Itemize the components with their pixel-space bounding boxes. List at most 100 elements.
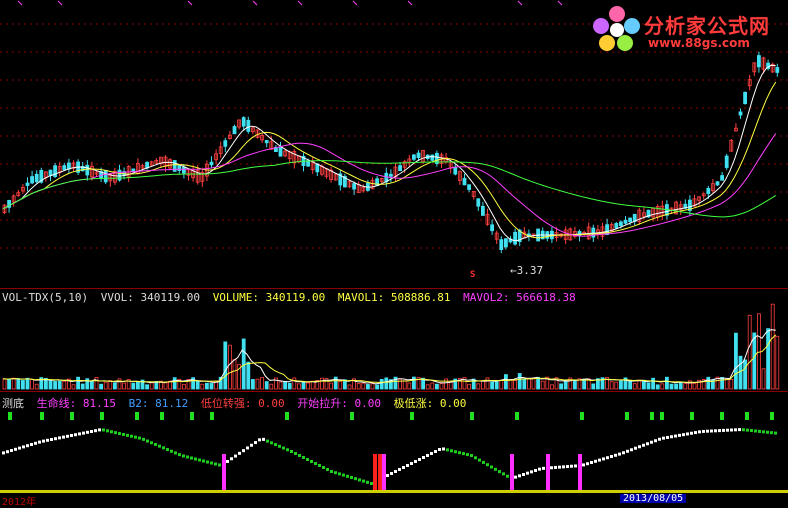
volume-bar bbox=[122, 382, 126, 390]
volume-bar bbox=[306, 382, 311, 390]
volume-bar bbox=[674, 383, 678, 390]
indicator-pane[interactable]: 测底 生命线: 81.15 B2: 81.12 低位转强: 0.00 开始拉升:… bbox=[0, 392, 788, 503]
life-line-dot bbox=[54, 437, 57, 441]
life-line-dot bbox=[138, 436, 141, 440]
volume-bar bbox=[628, 380, 632, 390]
signal-spike bbox=[373, 454, 377, 491]
price-chart-pane[interactable]: ←3.37 S 分析家公式网 www.88gs.com bbox=[0, 0, 788, 288]
volume-bar bbox=[573, 379, 577, 390]
life-line-dot bbox=[430, 452, 433, 455]
volume-bar bbox=[347, 384, 352, 390]
volume-bar bbox=[480, 380, 485, 390]
life-line-dot bbox=[738, 428, 741, 432]
life-line-dot bbox=[150, 441, 153, 445]
life-line-dot bbox=[410, 462, 413, 465]
life-line-dot bbox=[294, 452, 297, 455]
life-line-dot bbox=[86, 430, 89, 434]
volume-bar bbox=[559, 383, 563, 390]
volume-bar bbox=[522, 378, 527, 390]
volume-bar bbox=[204, 382, 209, 390]
life-line-dot bbox=[654, 439, 657, 443]
mavol-yellow-line bbox=[2, 334, 777, 384]
candle-body bbox=[453, 166, 458, 175]
life-line-dot bbox=[286, 448, 289, 452]
volume-bar bbox=[550, 384, 554, 390]
life-line-dot bbox=[82, 431, 85, 435]
top-marker bbox=[557, 0, 563, 6]
life-line-dot bbox=[114, 431, 117, 435]
life-line-dot bbox=[506, 474, 509, 478]
life-line-dot bbox=[722, 428, 725, 432]
life-line-dot bbox=[498, 470, 501, 474]
signal-tick bbox=[515, 412, 519, 420]
volume-bar bbox=[227, 344, 232, 390]
life-line-dot bbox=[714, 429, 717, 433]
volume-bar bbox=[766, 328, 770, 390]
life-line-dot bbox=[530, 470, 533, 474]
axis-year-label: 2012年 bbox=[2, 497, 37, 508]
volume-bar bbox=[655, 384, 660, 390]
volume-bar bbox=[149, 382, 154, 390]
volume-bar bbox=[434, 383, 439, 390]
signal-tick bbox=[70, 412, 74, 420]
volume-bar bbox=[540, 380, 545, 390]
life-line-dot bbox=[254, 441, 257, 445]
life-line-dot bbox=[6, 450, 9, 454]
life-line-dot bbox=[478, 458, 481, 462]
life-line-dot bbox=[698, 430, 701, 434]
candle-body bbox=[715, 181, 720, 186]
volume-bar bbox=[499, 379, 504, 390]
volume-bar bbox=[527, 378, 531, 390]
life-line-dot bbox=[134, 435, 137, 439]
candle-body bbox=[499, 239, 504, 251]
volume-bar bbox=[536, 376, 540, 390]
candle-body bbox=[232, 126, 237, 135]
volume-bar bbox=[720, 377, 724, 390]
volume-bar bbox=[517, 373, 522, 390]
life-line-dot bbox=[274, 443, 277, 447]
life-line-dot bbox=[702, 429, 705, 433]
life-line-dot bbox=[142, 437, 145, 441]
volume-bar bbox=[20, 380, 25, 390]
life-line-dot bbox=[190, 456, 193, 460]
life-line-dot bbox=[466, 453, 469, 457]
volume-chart[interactable] bbox=[0, 289, 788, 392]
candle-body bbox=[117, 169, 122, 181]
life-line-dot bbox=[746, 428, 749, 432]
life-line-dot bbox=[358, 478, 361, 482]
volume-bar bbox=[76, 376, 80, 390]
life-line-dot bbox=[246, 446, 249, 450]
candle-body bbox=[430, 154, 435, 161]
life-line-dot bbox=[146, 439, 149, 443]
signal-tick bbox=[470, 412, 474, 420]
life-line-dot bbox=[590, 461, 593, 464]
life-line-dot bbox=[386, 474, 389, 477]
signal-tick bbox=[160, 412, 164, 420]
volume-bar bbox=[563, 380, 568, 390]
life-line-dot bbox=[574, 464, 577, 468]
life-line-dot bbox=[266, 439, 269, 443]
life-line-dot bbox=[554, 465, 557, 469]
candle-body bbox=[241, 117, 246, 127]
volume-bar bbox=[379, 379, 384, 390]
volume-bar bbox=[108, 380, 113, 390]
b2-value: B2: 81.12 bbox=[128, 397, 189, 410]
life-line-dot bbox=[682, 433, 685, 437]
candle-body bbox=[738, 111, 743, 116]
life-line-dot bbox=[538, 467, 541, 471]
signal-tick bbox=[350, 412, 354, 420]
volume-bar bbox=[2, 378, 7, 390]
signal-tick bbox=[625, 412, 629, 420]
candle-body bbox=[352, 183, 357, 190]
top-marker bbox=[352, 0, 358, 6]
life-line-dot bbox=[774, 431, 777, 435]
life-line-dot bbox=[326, 468, 329, 471]
volume-pane[interactable]: VOL-TDX(5,10) VVOL: 340119.00 VOLUME: 34… bbox=[0, 289, 788, 392]
candle-body bbox=[246, 119, 251, 132]
volume-bar bbox=[503, 374, 508, 390]
life-line-dot bbox=[250, 443, 253, 447]
volume-bar bbox=[660, 383, 665, 390]
life-line-dot bbox=[362, 479, 365, 483]
life-line-dot bbox=[18, 446, 21, 450]
life-line-dot bbox=[38, 440, 41, 444]
